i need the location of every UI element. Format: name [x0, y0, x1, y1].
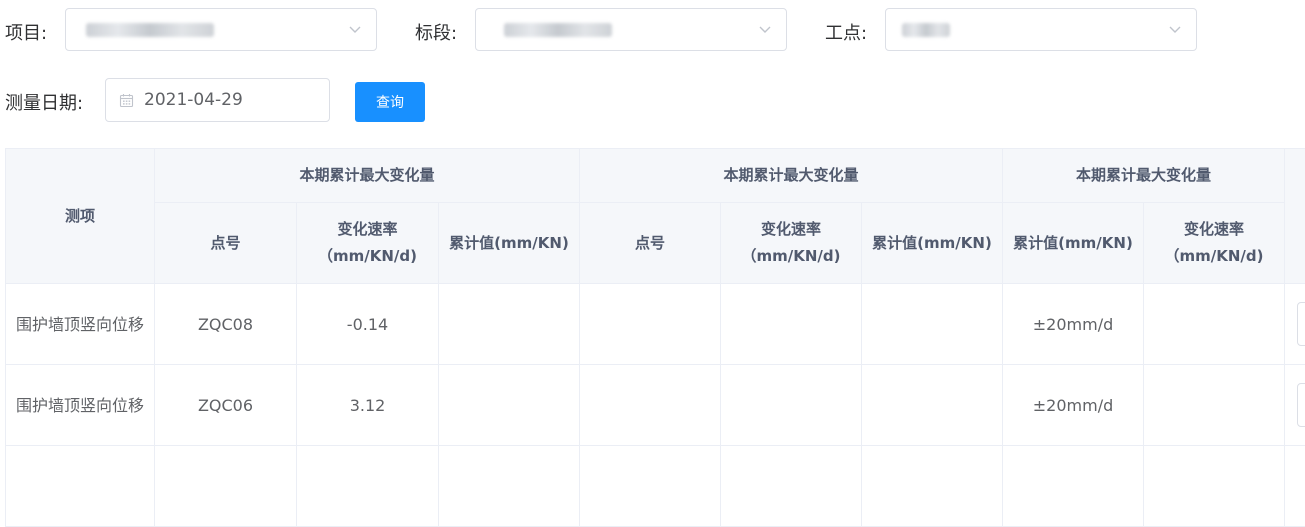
group-header-2: 本期累计最大变化量	[580, 149, 1003, 203]
site-select[interactable]	[885, 8, 1197, 51]
cell	[439, 284, 580, 365]
cell	[721, 284, 862, 365]
subheader-rate-2: 变化速率（mm/KN/d)	[721, 203, 862, 284]
subheader-cumulative-1: 累计值(mm/KN)	[439, 203, 580, 284]
subheader-point-1: 点号	[155, 203, 297, 284]
cell	[862, 284, 1003, 365]
group-header-3: 本期累计最大变化量	[1003, 149, 1285, 203]
subheader-cumulative-2: 累计值(mm/KN)	[862, 203, 1003, 284]
project-label: 项目:	[5, 19, 47, 45]
date-value: 2021-04-29	[144, 90, 243, 110]
group-header-1: 本期累计最大变化量	[155, 149, 580, 203]
cell: ±20mm/d	[1003, 284, 1144, 365]
section-label: 标段:	[415, 19, 457, 45]
subheader-cumulative-3: 累计值(mm/KN)	[1003, 203, 1144, 284]
header-extra	[1285, 149, 1305, 284]
cell	[580, 284, 721, 365]
calendar-icon	[119, 93, 134, 108]
query-button[interactable]: 查询	[355, 82, 425, 122]
table-row	[6, 446, 1305, 527]
chevron-down-icon	[1168, 22, 1182, 36]
site-value-redacted	[902, 23, 950, 37]
date-picker[interactable]: 2021-04-29	[105, 78, 330, 122]
chevron-down-icon	[348, 22, 362, 36]
data-table: 测项 本期累计最大变化量 本期累计最大变化量 本期累计最大变化量 点号 变化速率…	[5, 148, 1305, 527]
date-label: 测量日期:	[5, 89, 83, 115]
subheader-point-2: 点号	[580, 203, 721, 284]
chevron-down-icon	[758, 22, 772, 36]
cell: ZQC08	[155, 284, 297, 365]
cell-item: 围护墙顶竖向位移	[6, 284, 155, 365]
row-action-button[interactable]	[1297, 302, 1305, 346]
cell: -0.14	[297, 284, 439, 365]
subheader-rate-3: 变化速率（mm/KN/d)	[1144, 203, 1285, 284]
table-row: 围护墙顶竖向位移 ZQC06 3.12 ±20mm/d	[6, 365, 1305, 446]
cell	[862, 365, 1003, 446]
cell	[439, 365, 580, 446]
table-row: 围护墙顶竖向位移 ZQC08 -0.14 ±20mm/d	[6, 284, 1305, 365]
cell	[721, 365, 862, 446]
header-item: 测项	[6, 149, 155, 284]
site-label: 工点:	[825, 19, 867, 45]
subheader-rate-1: 变化速率（mm/KN/d)	[297, 203, 439, 284]
cell: 3.12	[297, 365, 439, 446]
cell	[1144, 284, 1285, 365]
cell: ±20mm/d	[1003, 365, 1144, 446]
section-select[interactable]	[475, 8, 787, 51]
cell	[1144, 365, 1285, 446]
cell	[580, 365, 721, 446]
cell: ZQC06	[155, 365, 297, 446]
section-value-redacted	[504, 23, 612, 37]
row-action-button[interactable]	[1297, 383, 1305, 427]
project-select[interactable]	[65, 8, 377, 51]
project-value-redacted	[86, 23, 214, 37]
cell-item: 围护墙顶竖向位移	[6, 365, 155, 446]
